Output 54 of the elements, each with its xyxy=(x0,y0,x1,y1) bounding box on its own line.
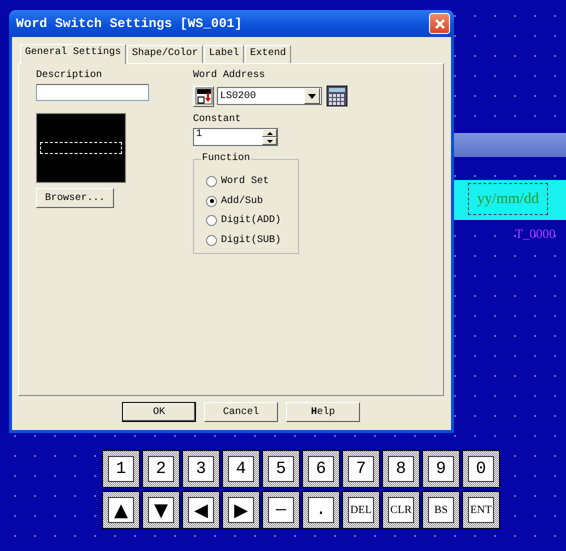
keypad-key[interactable]: 9 xyxy=(422,450,460,488)
keypad-key[interactable]: DEL xyxy=(342,491,380,529)
keypad-key[interactable]: 1 xyxy=(102,450,140,488)
close-button[interactable] xyxy=(429,13,450,34)
radio-button[interactable] xyxy=(206,234,217,246)
description-field[interactable] xyxy=(36,84,149,101)
keypad-key[interactable]: 0 xyxy=(462,450,500,488)
close-icon xyxy=(434,18,446,30)
up-caret-icon xyxy=(266,132,272,134)
field-label: Word Address xyxy=(193,70,266,83)
option-label: Add/Sub xyxy=(221,196,264,207)
address-icon[interactable] xyxy=(193,86,214,106)
arrow-key[interactable]: ▼ xyxy=(142,491,180,529)
option-label: Digit(SUB) xyxy=(221,234,282,246)
radio-button[interactable] xyxy=(206,196,217,207)
down-caret-icon xyxy=(266,140,272,142)
window-title: Word Switch Settings [WS_001] xyxy=(15,16,242,31)
spin-up-button[interactable] xyxy=(262,129,277,137)
keypad-key[interactable]: 8 xyxy=(382,450,420,488)
keypad-key[interactable]: 7 xyxy=(342,450,380,488)
keypad-key[interactable]: 2 xyxy=(142,450,180,488)
date-display: yy/mm/dd xyxy=(468,183,548,215)
keypad-key[interactable]: — xyxy=(262,491,300,529)
constant-spinbox[interactable]: 1 xyxy=(193,128,278,146)
tab[interactable]: Label xyxy=(204,45,244,63)
caret-icon xyxy=(308,94,316,98)
field-label: Constant xyxy=(193,114,242,127)
keypad-key[interactable]: CLR xyxy=(382,491,420,529)
option-label: Word Set xyxy=(221,176,270,188)
keypad-key[interactable]: ENT xyxy=(462,491,500,529)
keypad-key[interactable]: 5 xyxy=(262,450,300,488)
arrow-key[interactable]: ▶ xyxy=(222,491,260,529)
tab[interactable]: General Settings xyxy=(20,44,126,64)
browser-button[interactable]: Browser... xyxy=(36,188,114,208)
tag-label: T_0000 xyxy=(515,226,556,242)
address-dropdown[interactable]: LS0200 xyxy=(217,87,322,105)
keypad-key[interactable]: . xyxy=(302,491,340,529)
calculator-icon[interactable] xyxy=(325,84,349,108)
dialog-button[interactable]: Help xyxy=(286,402,360,422)
spin-down-button[interactable] xyxy=(262,137,277,145)
dialog-button[interactable]: OK xyxy=(122,402,196,422)
keypad-key[interactable]: 3 xyxy=(182,450,220,488)
dialog-button[interactable]: Cancel xyxy=(204,402,278,422)
arrow-key[interactable]: ▲ xyxy=(102,491,140,529)
field-label: Description xyxy=(36,70,104,83)
keypad-key[interactable]: 4 xyxy=(222,450,260,488)
option-label: Digit(ADD) xyxy=(221,215,282,226)
tab[interactable]: Shape/Color xyxy=(127,45,204,63)
radio-button[interactable] xyxy=(206,176,217,188)
arrow-key[interactable]: ◀ xyxy=(182,491,220,529)
keypad-key[interactable]: BS xyxy=(422,491,460,529)
tab[interactable]: Extend xyxy=(245,45,292,63)
keypad-key[interactable]: 6 xyxy=(302,450,340,488)
radio-button[interactable] xyxy=(206,215,217,226)
